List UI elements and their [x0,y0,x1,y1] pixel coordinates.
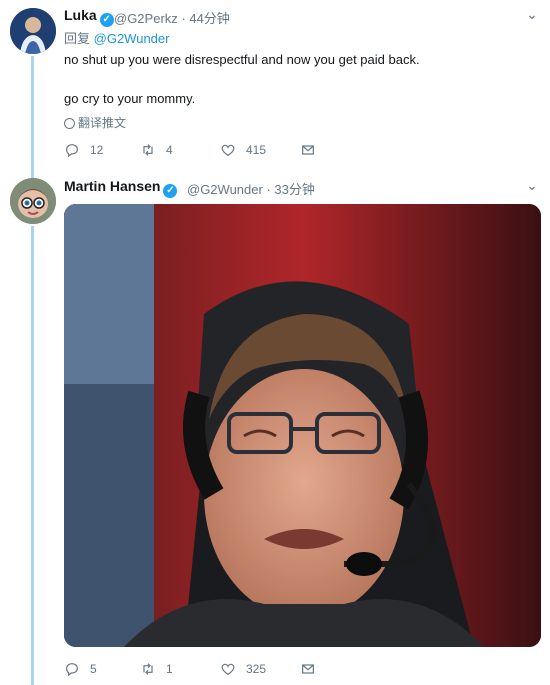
reply-mention-link[interactable]: @G2Wunder [94,31,170,46]
author-name[interactable]: Luka ✓ [64,7,114,27]
author-name-text[interactable]: Luka [64,7,97,23]
tweet-time[interactable]: 33分钟 [274,182,314,197]
verified-badge-icon: ✓ [163,184,178,198]
tweet-actions: 5 1 325 [64,661,326,677]
heart-icon [221,663,235,676]
thread-line [31,226,34,685]
chevron-down-icon[interactable]: ⌄ [526,177,538,194]
author-name[interactable]: Martin Hansen ✓ [64,178,178,198]
reply-count: 5 [90,662,97,676]
reply-count: 12 [90,143,104,157]
reply-button[interactable]: 12 [64,142,140,158]
tweet-meta: @G2Wunder · 33分钟 [187,182,315,197]
tweet-meta: @G2Perkz · 44分钟 [114,11,230,26]
reply-prefix: 回复 [64,31,91,46]
author-name-text[interactable]: Martin Hansen [64,178,160,194]
like-count: 415 [246,143,267,157]
translate-label[interactable]: 翻译推文 [78,116,126,130]
tweet-text-line: no shut up you were disrespectful and no… [64,52,420,67]
tweet-text-line: go cry to your mommy. [64,91,196,106]
dm-button[interactable] [300,142,326,158]
like-button[interactable]: 325 [220,661,300,677]
like-button[interactable]: 415 [220,142,300,158]
heart-icon [221,144,235,157]
retweet-button[interactable]: 1 [140,661,220,677]
retweet-icon [143,663,153,675]
reply-icon [66,663,78,677]
reply-icon [66,144,78,158]
tweet-actions: 12 4 415 [64,142,326,158]
retweet-button[interactable]: 4 [140,142,220,158]
dm-button[interactable] [300,661,326,677]
envelope-icon [302,664,314,674]
envelope-icon [302,145,314,155]
reply-button[interactable]: 5 [64,661,140,677]
globe-icon [64,118,75,129]
like-count: 325 [246,662,267,676]
reply-context: 回复 @G2Wunder [64,28,169,47]
retweet-icon [143,144,153,156]
tweet-time[interactable]: 44分钟 [189,11,229,26]
retweet-count: 4 [166,143,173,157]
author-handle[interactable]: @G2Wunder [187,182,263,197]
translate-link[interactable]: 翻译推文 [64,114,126,131]
avatar[interactable] [10,8,56,54]
tweet-photo[interactable] [64,204,541,647]
avatar[interactable] [10,178,56,224]
thread-line [31,56,34,186]
retweet-count: 1 [166,662,173,676]
verified-badge-icon: ✓ [99,13,114,27]
author-handle[interactable]: @G2Perkz [114,11,178,26]
chevron-down-icon[interactable]: ⌄ [526,6,538,23]
